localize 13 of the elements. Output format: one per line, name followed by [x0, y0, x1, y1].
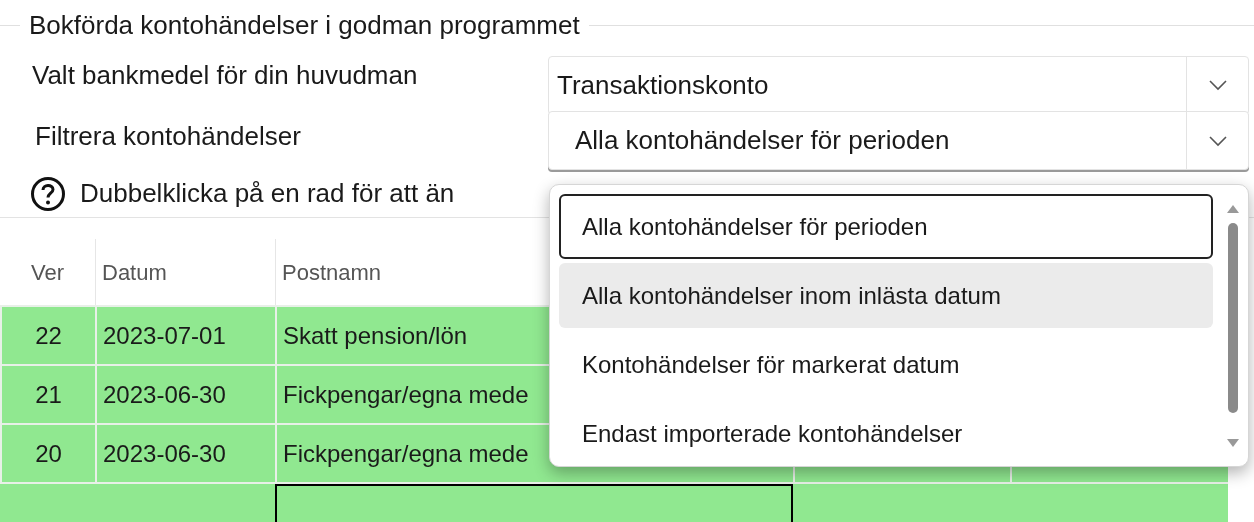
- field-label: Filtrera kontohändelser: [34, 120, 302, 154]
- table-cell-text: Fickpengar/egna mede: [283, 438, 529, 469]
- table-cell-text: 2023-07-01: [103, 320, 226, 351]
- table-cell-text: 2023-06-30: [103, 379, 226, 410]
- table-cell-text: Skatt pension/lön: [283, 320, 468, 351]
- table-cell-text: 22: [35, 320, 62, 351]
- table-cell-text: Fickpengar/egna mede: [283, 379, 529, 410]
- table-cell-text: 2023-06-30: [103, 438, 226, 469]
- table-cell-text: 20: [35, 438, 62, 469]
- help-text: Dubbelklicka på en rad för att än: [80, 177, 455, 211]
- table-cell-text: 21: [35, 379, 62, 410]
- group-title: Bokförda kontohändelser i godman programmet: [28, 9, 581, 43]
- field-label: Valt bankmedel för din huvudman: [31, 58, 419, 92]
